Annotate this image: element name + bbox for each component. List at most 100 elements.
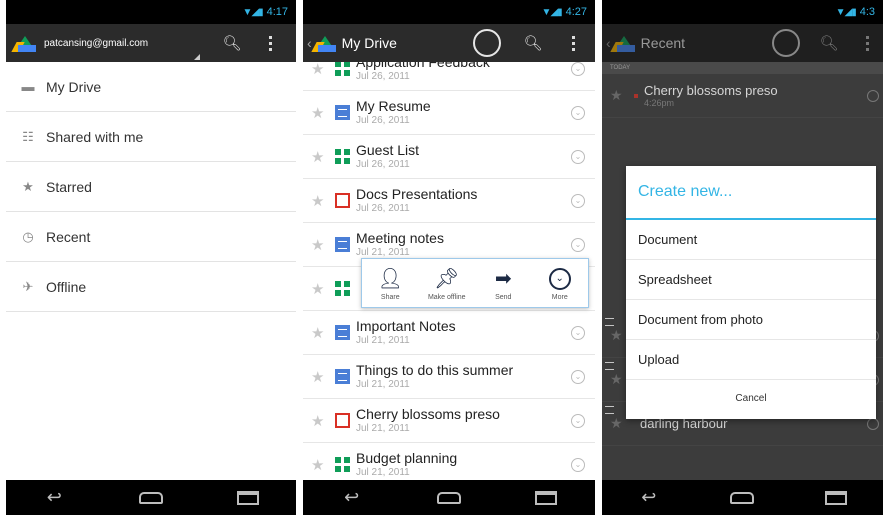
nav-item-starred[interactable]: ★ Starred: [6, 162, 296, 212]
share-icon: 👤︎: [377, 267, 403, 290]
file-date: Jul 21, 2011: [356, 246, 410, 258]
file-row[interactable]: ★ Cherry blossoms preso Jul 21, 2011 ⌄: [303, 399, 595, 443]
file-row[interactable]: ★ Application Feedback Jul 26, 2011 ⌄: [303, 62, 595, 91]
chevron-down-icon[interactable]: ⌄: [571, 149, 585, 164]
file-date: Jul 26, 2011: [356, 70, 410, 82]
nav-item-offline[interactable]: ✈ Offline: [6, 262, 296, 312]
pin-icon: 📌︎: [434, 267, 460, 290]
home-icon[interactable]: [727, 488, 757, 508]
file-list: ★ Application Feedback Jul 26, 2011 ⌄ ★ My Re…: [303, 62, 595, 480]
status-bar: ▼◢▮ 4:17: [6, 0, 296, 24]
recent-apps-icon[interactable]: [531, 488, 561, 508]
up-caret-icon[interactable]: ‹: [307, 35, 312, 51]
chevron-down-icon[interactable]: ⌄: [571, 105, 585, 120]
up-caret-icon[interactable]: ‹: [606, 35, 611, 51]
create-option-document-from-photo[interactable]: Document from photo: [626, 300, 876, 340]
chevron-down-icon[interactable]: ⌄: [571, 413, 585, 428]
people-icon: ☷: [22, 128, 34, 144]
system-nav-bar: ↩: [6, 480, 296, 515]
search-icon[interactable]: 🔍︎: [521, 31, 545, 55]
loading-spinner-icon: [772, 29, 800, 57]
drive-logo-icon[interactable]: [11, 32, 36, 54]
page-title: Recent: [640, 35, 686, 51]
overflow-menu-icon[interactable]: [258, 31, 282, 55]
file-row[interactable]: ★ Things to do this summer Jul 21, 2011 ⌄: [303, 355, 595, 399]
file-date: Jul 21, 2011: [356, 378, 410, 390]
file-date: Jul 26, 2011: [356, 158, 410, 170]
file-name: Docs Presentations: [356, 186, 478, 203]
file-row[interactable]: ★ Important Notes Jul 21, 2011 ⌄: [303, 311, 595, 355]
action-bar: ‹ My Drive 🔍︎: [303, 24, 595, 62]
file-row[interactable]: ★ Docs Presentations Jul 26, 2011 ⌄: [303, 179, 595, 223]
page-title: My Drive: [341, 35, 397, 51]
back-icon[interactable]: ↩: [634, 487, 664, 508]
action-bar: patcansing@gmail.com 🔍︎: [6, 24, 296, 62]
file-date: Jul 21, 2011: [356, 422, 410, 434]
create-option-upload[interactable]: Upload: [626, 340, 876, 380]
star-icon[interactable]: ★: [311, 236, 329, 254]
status-time: 4:27: [565, 6, 587, 18]
quick-action-share[interactable]: 👤︎ Share: [362, 259, 419, 307]
system-nav-bar: ↩: [602, 480, 883, 515]
file-row[interactable]: ★ Budget planning Jul 21, 2011 ⌄: [303, 443, 595, 480]
chevron-down-icon[interactable]: ⌄: [571, 237, 585, 252]
star-icon[interactable]: ★: [311, 280, 329, 298]
star-icon[interactable]: ★: [311, 368, 329, 386]
chevron-down-icon[interactable]: [867, 417, 879, 430]
create-option-spreadsheet[interactable]: Spreadsheet: [626, 260, 876, 300]
chevron-down-icon[interactable]: ⌄: [571, 62, 585, 76]
nav-item-label: My Drive: [46, 78, 102, 95]
quick-action-make-offline[interactable]: 📌︎ Make offline: [419, 259, 476, 307]
star-icon[interactable]: ★: [311, 412, 329, 430]
nav-item-my-drive[interactable]: ▬ My Drive: [6, 62, 296, 112]
nav-item-shared-with-me[interactable]: ☷ Shared with me: [6, 112, 296, 162]
chevron-down-icon[interactable]: ⌄: [571, 193, 585, 208]
search-icon[interactable]: 🔍︎: [220, 31, 244, 55]
chevron-down-icon[interactable]: ⌄: [571, 369, 585, 384]
drive-logo-icon[interactable]: [311, 32, 336, 54]
create-option-document[interactable]: Document: [626, 220, 876, 260]
drive-logo-icon[interactable]: [610, 32, 635, 54]
quick-action-label: Share: [380, 293, 400, 301]
quick-action-label: More: [551, 293, 568, 301]
star-icon[interactable]: ★: [311, 148, 329, 166]
recent-apps-icon[interactable]: [233, 488, 263, 508]
quick-action-more[interactable]: ⌄ More: [532, 259, 589, 307]
overflow-menu-icon[interactable]: [561, 31, 585, 55]
file-row[interactable]: ★ Guest List Jul 26, 2011 ⌄: [303, 135, 595, 179]
nav-item-label: Offline: [46, 278, 87, 295]
star-icon[interactable]: ★: [311, 104, 329, 122]
back-icon[interactable]: ↩: [39, 487, 69, 508]
star-icon[interactable]: ★: [610, 87, 628, 104]
chevron-down-icon[interactable]: [867, 89, 879, 102]
loading-spinner-icon: [473, 29, 501, 57]
back-icon[interactable]: ↩: [337, 487, 367, 508]
star-icon[interactable]: ★: [311, 192, 329, 210]
home-icon[interactable]: [136, 488, 166, 508]
home-icon[interactable]: [434, 488, 464, 508]
file-row[interactable]: ★ Cherry blossoms preso 4:26pm: [602, 74, 883, 118]
star-icon[interactable]: ★: [311, 62, 329, 78]
search-icon[interactable]: 🔍︎: [817, 31, 841, 55]
recent-apps-icon[interactable]: [821, 488, 851, 508]
chevron-down-icon[interactable]: ⌄: [571, 325, 585, 340]
quick-action-send[interactable]: ➡︎ Send: [475, 259, 532, 307]
file-name: Important Notes: [356, 318, 456, 335]
account-selector[interactable]: patcansing@gmail.com: [44, 38, 148, 49]
chevron-down-icon[interactable]: ⌄: [571, 457, 585, 472]
quick-action-label: Send: [495, 293, 512, 301]
file-name: Budget planning: [356, 450, 458, 467]
file-name: Cherry blossoms preso: [644, 83, 778, 98]
file-row[interactable]: ★ My Resume Jul 26, 2011 ⌄: [303, 91, 595, 135]
file-name: Meeting notes: [356, 230, 444, 247]
pres-file-icon: [335, 413, 350, 428]
overflow-menu-icon[interactable]: [855, 31, 879, 55]
dialog-title: Create new...: [626, 166, 876, 220]
nav-item-recent[interactable]: ◷ Recent: [6, 212, 296, 262]
folder-icon: ▬: [21, 79, 35, 94]
file-date: Jul 26, 2011: [356, 114, 410, 126]
dimmed-recent-list: TODAY ★Cherry blossoms preso4:26pm★Confe…: [602, 62, 883, 480]
star-icon[interactable]: ★: [311, 324, 329, 342]
star-icon[interactable]: ★: [311, 456, 329, 474]
cancel-button[interactable]: Cancel: [626, 380, 876, 417]
